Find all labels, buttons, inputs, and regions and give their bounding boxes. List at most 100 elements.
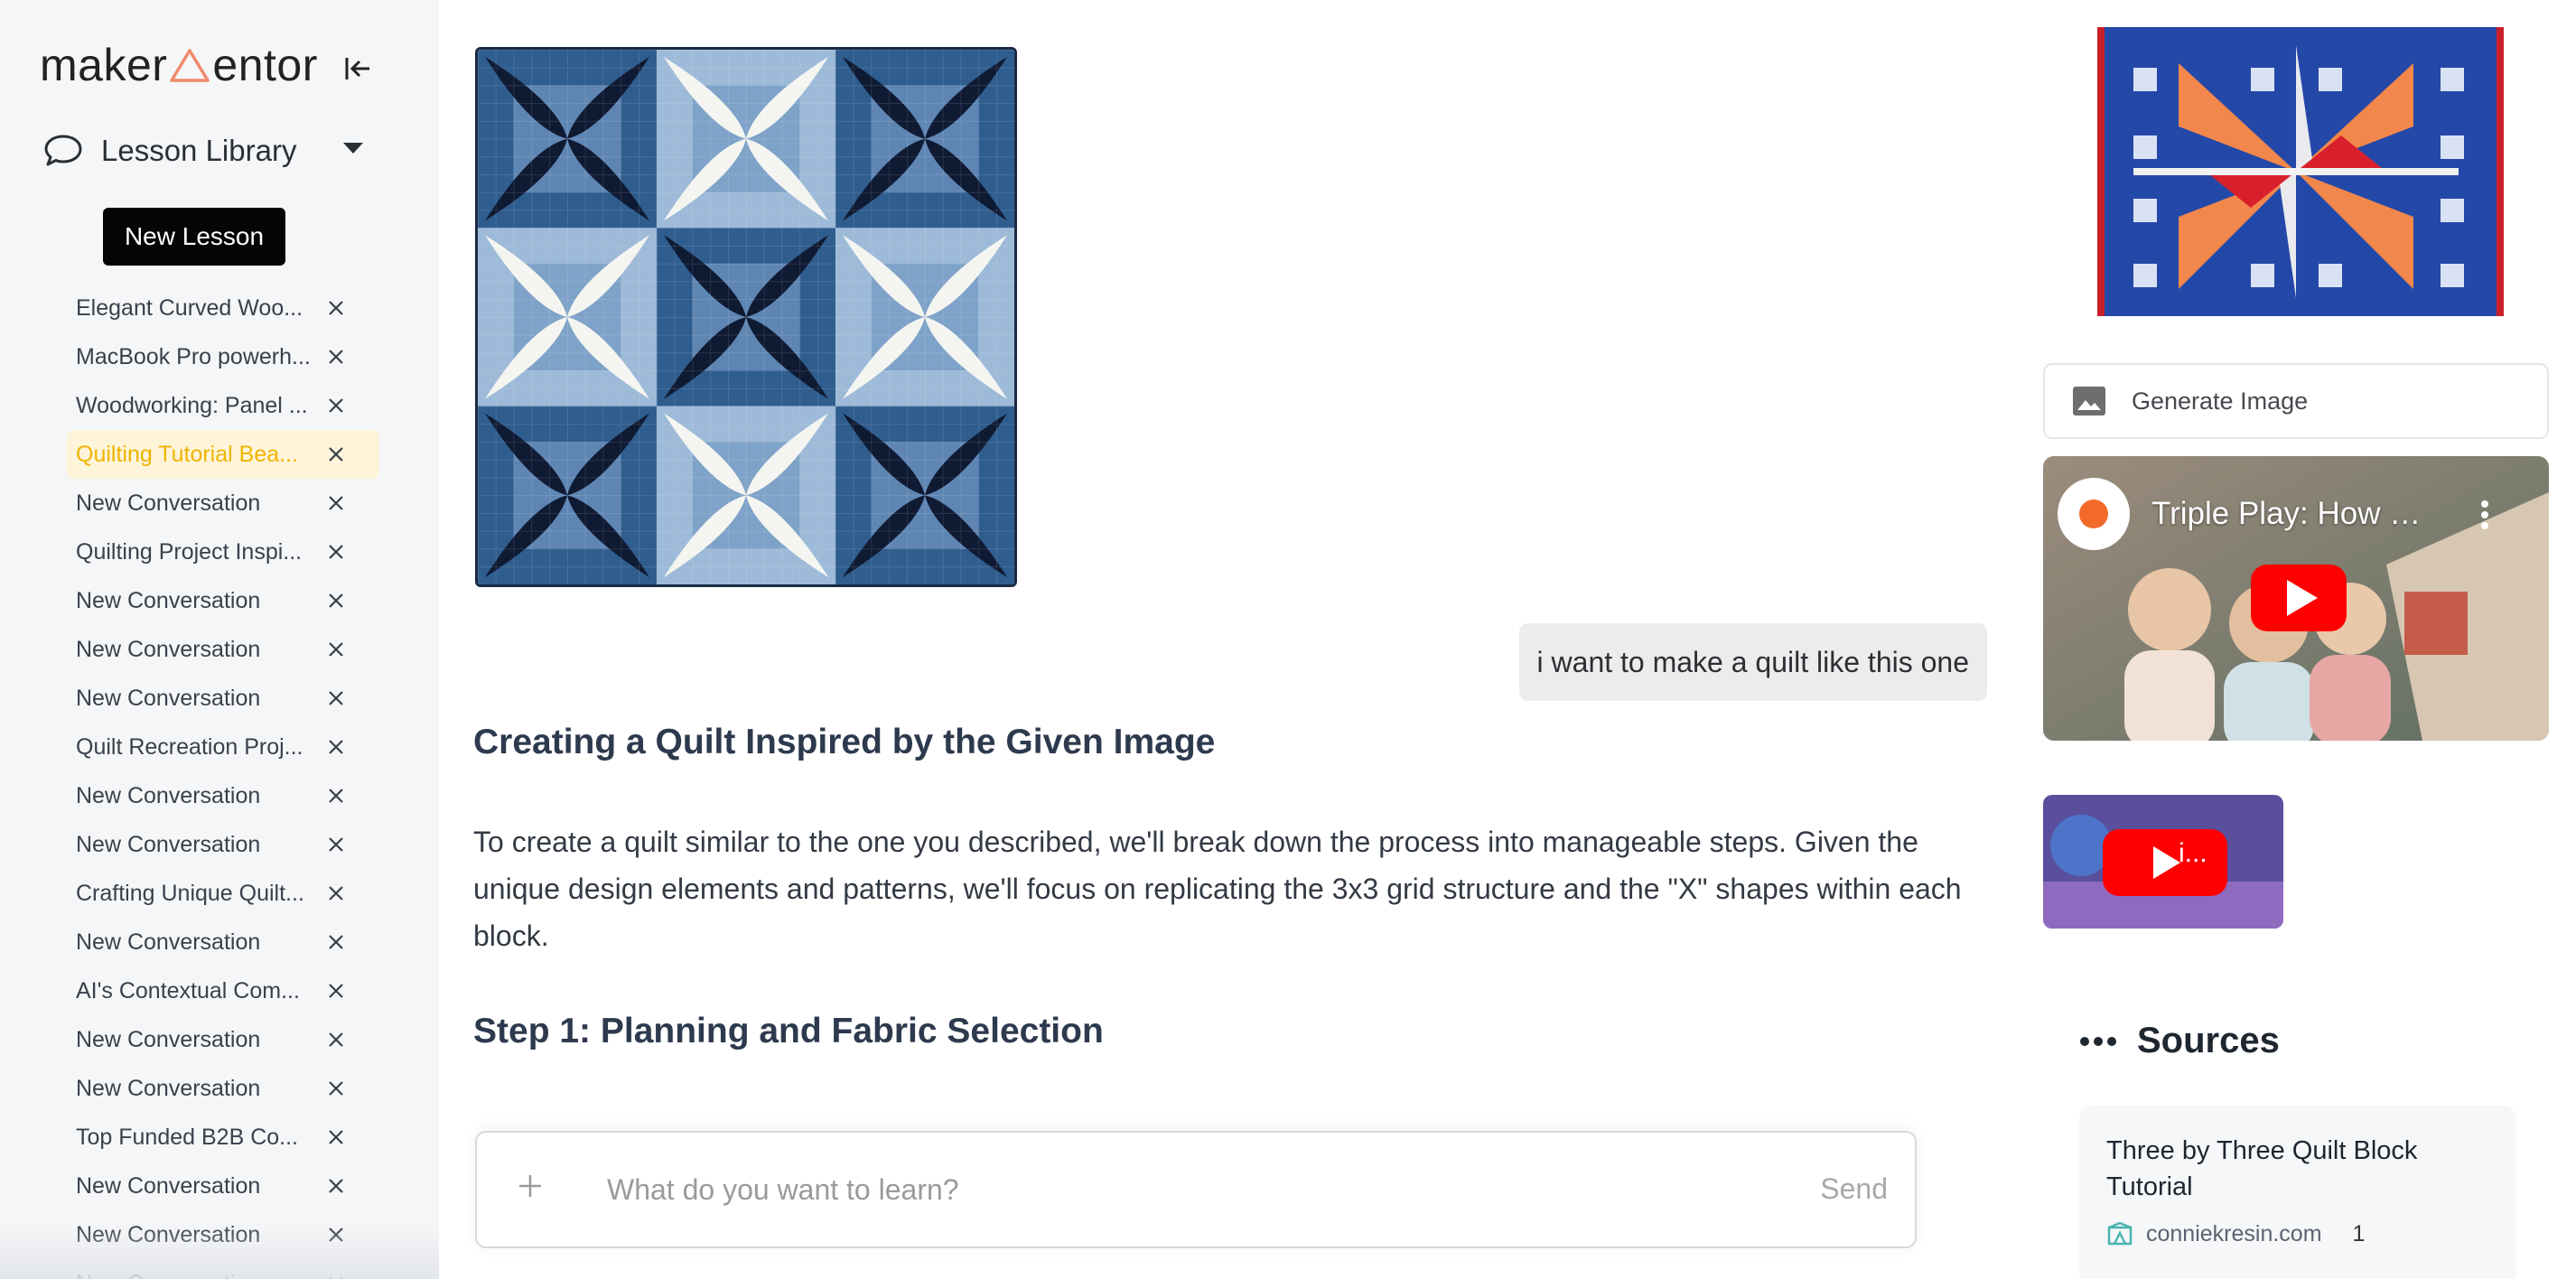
site-favicon-icon <box>2107 1221 2133 1245</box>
close-icon[interactable] <box>325 443 347 465</box>
lesson-item[interactable]: Quilting Tutorial Bea... <box>67 430 379 479</box>
close-icon[interactable] <box>325 590 347 611</box>
app-logo[interactable]: maker entor <box>40 38 318 92</box>
lesson-item-title: New Conversation <box>76 1172 261 1199</box>
close-icon[interactable] <box>325 1273 347 1279</box>
lesson-item[interactable]: New Conversation <box>67 918 379 966</box>
chat-main: i want to make a quilt like this one Cre… <box>439 0 2002 1279</box>
lesson-item[interactable]: New Conversation <box>67 1259 379 1279</box>
source-meta: conniekresin.com 1 <box>2106 1221 2365 1247</box>
chevron-down-icon <box>343 143 363 154</box>
lesson-item-title: New Conversation <box>76 1075 261 1101</box>
lesson-item[interactable]: New Conversation <box>67 1210 379 1259</box>
generate-image-button[interactable]: Generate Image <box>2043 363 2549 439</box>
logo-triangle-icon <box>170 49 210 82</box>
lesson-item[interactable]: New Conversation <box>67 1162 379 1210</box>
lesson-item-title: Quilt Recreation Proj... <box>76 733 303 760</box>
uploaded-quilt-image[interactable] <box>475 47 1017 587</box>
lesson-item[interactable]: Elegant Curved Woo... <box>67 284 379 332</box>
lesson-item[interactable]: Woodworking: Panel ... <box>67 381 379 430</box>
close-icon[interactable] <box>325 1224 347 1246</box>
more-vertical-icon[interactable] <box>2480 499 2489 530</box>
new-lesson-button[interactable]: New Lesson <box>103 208 285 266</box>
close-icon[interactable] <box>325 687 347 709</box>
send-button[interactable]: Send <box>1820 1172 1888 1206</box>
response-paragraph: To create a quilt similar to the one you… <box>473 826 1962 952</box>
plus-icon[interactable] <box>515 1171 546 1201</box>
response-heading: Creating a Quilt Inspired by the Given I… <box>473 723 1216 761</box>
lesson-item-title: New Conversation <box>76 490 261 516</box>
lesson-item[interactable]: New Conversation <box>67 820 379 869</box>
message-input[interactable] <box>607 1160 1763 1219</box>
close-icon[interactable] <box>325 980 347 1002</box>
lesson-item-title: New Conversation <box>76 636 261 662</box>
close-icon[interactable] <box>325 639 347 660</box>
close-icon[interactable] <box>325 785 347 807</box>
collapse-sidebar-button[interactable] <box>341 52 374 85</box>
video-thumbnail-secondary[interactable]: i... <box>2043 795 2283 929</box>
step-heading: Step 1: Planning and Fabric Selection <box>473 1012 1104 1050</box>
close-icon[interactable] <box>325 297 347 319</box>
sources-header: Sources <box>2079 1021 2280 1061</box>
lesson-item[interactable]: New Conversation <box>67 674 379 723</box>
lesson-item-title: New Conversation <box>76 1221 261 1247</box>
close-icon[interactable] <box>325 1029 347 1050</box>
lesson-item-title: AI's Contextual Com... <box>76 977 300 1004</box>
message-composer: Send <box>475 1131 1917 1248</box>
lesson-item-title: MacBook Pro powerh... <box>76 343 311 369</box>
close-icon[interactable] <box>325 346 347 368</box>
source-site: conniekresin.com <box>2146 1221 2322 1246</box>
sources-title: Sources <box>2137 1021 2280 1060</box>
lesson-item-title: New Conversation <box>76 587 261 613</box>
lesson-item-title: Quilting Project Inspi... <box>76 538 303 565</box>
lesson-item[interactable]: New Conversation <box>67 625 379 674</box>
lesson-item-title: New Conversation <box>76 782 261 808</box>
close-icon[interactable] <box>325 1175 347 1197</box>
lesson-item-title: New Conversation <box>76 1271 313 1279</box>
logo-text-left: maker <box>40 40 168 90</box>
lesson-item-title: New Conversation <box>76 929 261 955</box>
lesson-item[interactable]: Quilting Project Inspi... <box>67 527 379 576</box>
sidebar: maker entor Lesson Library New Lesson El… <box>0 0 439 1279</box>
dots-icon <box>2080 1036 2116 1046</box>
lesson-library-dropdown[interactable]: Lesson Library <box>43 126 363 175</box>
generate-image-label: Generate Image <box>2132 387 2309 415</box>
lesson-item[interactable]: New Conversation <box>67 771 379 820</box>
close-icon[interactable] <box>325 736 347 758</box>
media-panel: Generate Image Triple Play: How t... i..… <box>2043 0 2576 1279</box>
lesson-item-title: New Conversation <box>76 685 261 711</box>
source-card[interactable]: Three by Three Quilt Block Tutorial conn… <box>2079 1106 2516 1279</box>
user-message-bubble: i want to make a quilt like this one <box>1518 623 1987 701</box>
close-icon[interactable] <box>325 492 347 514</box>
lesson-item[interactable]: Top Funded B2B Co... <box>67 1113 379 1162</box>
lesson-item[interactable]: New Conversation <box>67 1015 379 1064</box>
lesson-item-title: Top Funded B2B Co... <box>76 1124 298 1150</box>
video-main-title: Triple Play: How t... <box>2151 496 2422 531</box>
lesson-item-title: Woodworking: Panel ... <box>76 392 308 418</box>
close-icon[interactable] <box>325 834 347 855</box>
generated-quilt-image[interactable] <box>2043 27 2549 316</box>
lesson-item-title: Quilting Tutorial Bea... <box>76 441 298 467</box>
image-icon <box>2073 387 2105 415</box>
lesson-item[interactable]: Crafting Unique Quilt... <box>67 869 379 918</box>
logo-text-right: entor <box>212 40 318 90</box>
video-thumbnail-main[interactable]: Triple Play: How t... <box>2043 456 2549 741</box>
close-icon[interactable] <box>325 882 347 904</box>
chat-bubble-icon <box>44 135 82 166</box>
lesson-item[interactable]: New Conversation <box>67 576 379 625</box>
close-icon[interactable] <box>325 1078 347 1099</box>
source-count: 1 <box>2352 1221 2366 1246</box>
lesson-item[interactable]: Quilt Recreation Proj... <box>67 723 379 771</box>
lesson-item[interactable]: New Conversation <box>67 479 379 527</box>
close-icon[interactable] <box>325 931 347 953</box>
lesson-list: Elegant Curved Woo... MacBook Pro powerh.… <box>67 284 385 1279</box>
close-icon[interactable] <box>325 541 347 563</box>
collapse-left-icon <box>345 58 369 79</box>
lesson-item-title: Crafting Unique Quilt... <box>76 880 304 906</box>
close-icon[interactable] <box>325 395 347 416</box>
lesson-item[interactable]: AI's Contextual Com... <box>67 966 379 1015</box>
lesson-item[interactable]: New Conversation <box>67 1064 379 1113</box>
lesson-item[interactable]: MacBook Pro powerh... <box>67 332 379 381</box>
close-icon[interactable] <box>325 1126 347 1148</box>
lesson-item-title: Elegant Curved Woo... <box>76 294 303 321</box>
